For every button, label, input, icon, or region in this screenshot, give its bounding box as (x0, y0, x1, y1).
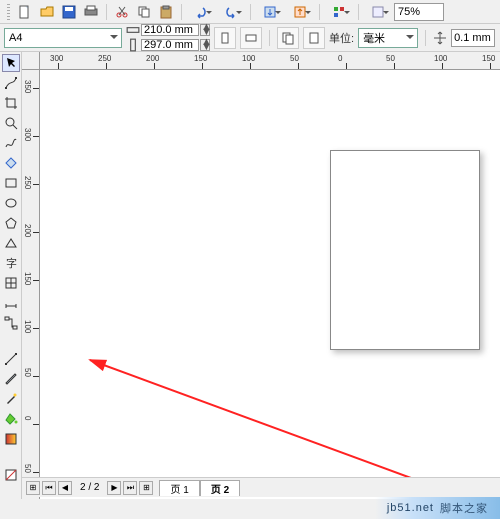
polygon-tool[interactable] (2, 214, 20, 232)
add-page-after-button[interactable]: ⊞ (139, 481, 153, 495)
nudge-distance-input[interactable]: 0.1 mm (451, 29, 495, 47)
options-button[interactable] (364, 2, 392, 22)
page-navigator: ⊞ ⏮ ◀ 2 / 2 ▶ ⏭ ⊞ 页 1页 2 (22, 477, 500, 497)
width-icon (126, 23, 140, 37)
freehand-tool[interactable] (2, 134, 20, 152)
units-select[interactable]: 毫米 (358, 28, 418, 48)
basic-shapes-tool[interactable] (2, 234, 20, 252)
redo-button[interactable] (217, 2, 245, 22)
divider (269, 30, 270, 46)
zoom-level-input[interactable]: 75% (394, 3, 444, 21)
last-page-button[interactable]: ⏭ (123, 481, 137, 495)
pick-tool[interactable] (2, 54, 20, 72)
page-tabs: 页 1页 2 (159, 480, 240, 496)
next-page-button[interactable]: ▶ (107, 481, 121, 495)
apply-current-page-button[interactable] (303, 27, 325, 49)
page-dimensions: 210.0 mm ▲▼ 297.0 mm ▲▼ (126, 23, 210, 52)
toolbox: 字 (0, 52, 22, 499)
watermark-name: 脚本之家 (440, 500, 488, 516)
drawing-canvas[interactable] (40, 70, 500, 499)
standard-toolbar: 75% (0, 0, 500, 24)
app-launcher-button[interactable] (325, 2, 353, 22)
no-color-well[interactable] (2, 466, 20, 484)
orientation-landscape-button[interactable] (240, 27, 262, 49)
dimension-tool[interactable] (2, 294, 20, 312)
print-button[interactable] (81, 2, 101, 22)
rectangle-tool[interactable] (2, 174, 20, 192)
watermark-domain: jb51.net (387, 502, 434, 514)
canvas-area: 30025020015010050050100150 3503002502001… (22, 52, 500, 499)
page-tab[interactable]: 页 1 (159, 480, 199, 496)
orientation-portrait-button[interactable] (214, 27, 236, 49)
page-size-preset[interactable]: A4 (4, 28, 122, 48)
fill-tool[interactable] (2, 410, 20, 428)
zoom-value: 75% (398, 6, 420, 18)
width-spinner[interactable]: ▲▼ (200, 24, 210, 36)
save-button[interactable] (59, 2, 79, 22)
units-label: 单位: (329, 30, 354, 46)
toolbox-gap (2, 450, 20, 464)
interactive-effects-tool[interactable] (2, 350, 20, 368)
add-page-button[interactable]: ⊞ (26, 481, 40, 495)
new-file-button[interactable] (15, 2, 35, 22)
preset-value: A4 (9, 32, 22, 44)
ruler-origin[interactable] (22, 52, 40, 70)
divider (425, 30, 426, 46)
first-page-button[interactable]: ⏮ (42, 481, 56, 495)
divider (250, 4, 251, 20)
apply-all-pages-button[interactable] (277, 27, 299, 49)
toolbox-gap (2, 334, 20, 348)
interactive-fill-tool[interactable] (2, 430, 20, 448)
table-tool[interactable] (2, 274, 20, 292)
prev-page-button[interactable]: ◀ (58, 481, 72, 495)
smart-fill-tool[interactable] (2, 154, 20, 172)
divider (358, 4, 359, 20)
crop-tool[interactable] (2, 94, 20, 112)
divider (319, 4, 320, 20)
page-tab[interactable]: 页 2 (200, 480, 240, 496)
height-icon (126, 38, 140, 52)
outline-pen-tool[interactable] (2, 390, 20, 408)
open-button[interactable] (37, 2, 57, 22)
page-object[interactable] (330, 150, 480, 350)
svg-text:字: 字 (6, 256, 17, 270)
horizontal-ruler[interactable]: 30025020015010050050100150 (40, 52, 500, 70)
units-value: 毫米 (363, 30, 385, 46)
page-height-input[interactable]: 297.0 mm (141, 39, 199, 51)
export-button[interactable] (286, 2, 314, 22)
paste-button[interactable] (156, 2, 176, 22)
ellipse-tool[interactable] (2, 194, 20, 212)
watermark: jb51.net 脚本之家 (375, 497, 500, 519)
import-button[interactable] (256, 2, 284, 22)
page-counter: 2 / 2 (74, 482, 105, 493)
divider (106, 4, 107, 20)
toolbar-grip[interactable] (7, 4, 10, 20)
page-width-input[interactable]: 210.0 mm (141, 24, 199, 36)
connector-tool[interactable] (2, 314, 20, 332)
undo-button[interactable] (187, 2, 215, 22)
zoom-tool[interactable] (2, 114, 20, 132)
property-bar: A4 210.0 mm ▲▼ 297.0 mm ▲▼ 单位: 毫米 0.1 mm (0, 24, 500, 52)
copy-button[interactable] (134, 2, 154, 22)
vertical-ruler[interactable]: 35030025020015010050050 (22, 70, 40, 499)
height-spinner[interactable]: ▲▼ (200, 39, 210, 51)
shape-edit-tool[interactable] (2, 74, 20, 92)
divider (181, 4, 182, 20)
main-area: 字 30025020015010050050100150 35030025020… (0, 52, 500, 499)
nudge-icon (433, 31, 447, 45)
cut-button[interactable] (112, 2, 132, 22)
eyedropper-tool[interactable] (2, 370, 20, 388)
text-tool[interactable]: 字 (2, 254, 20, 272)
